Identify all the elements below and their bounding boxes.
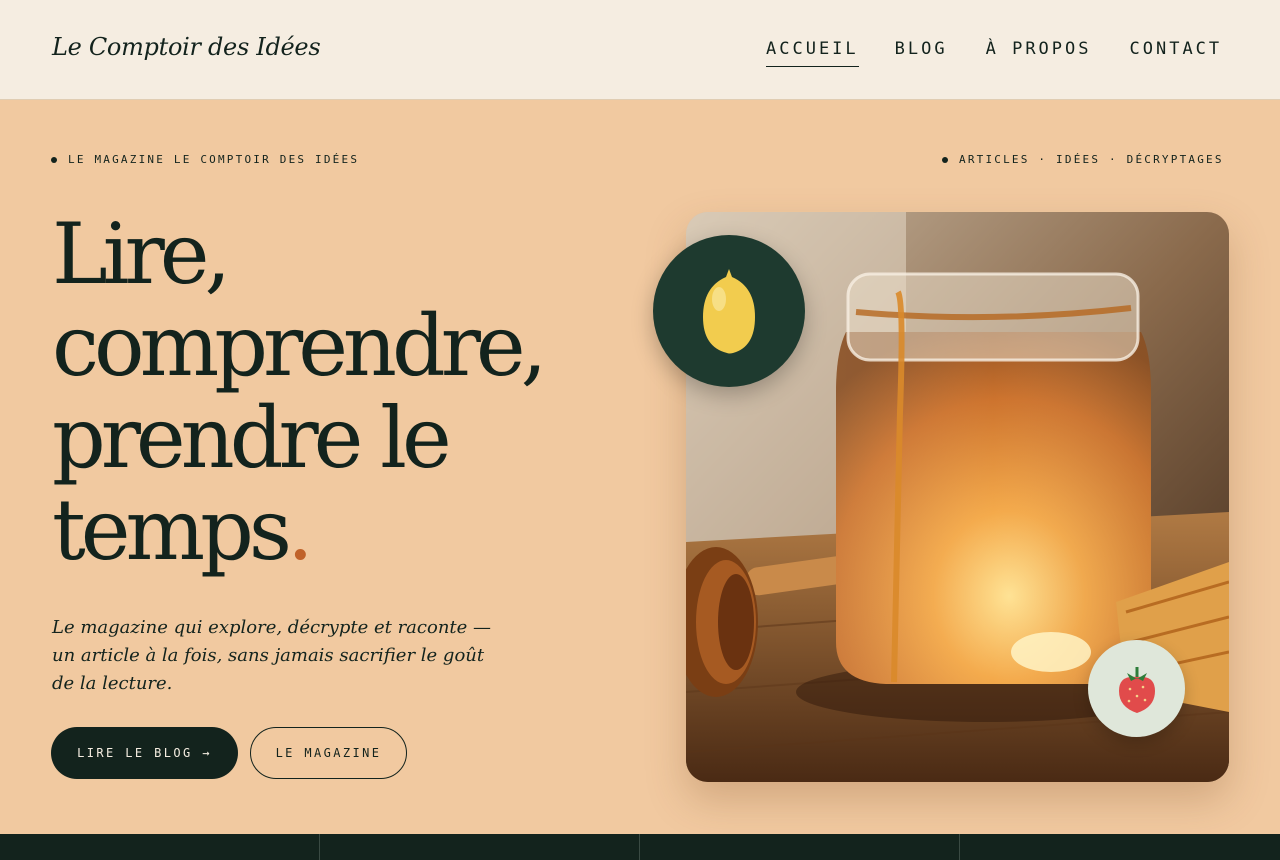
eyebrow-magazine: LE MAGAZINE LE COMPTOIR DES IDÉES	[51, 153, 359, 166]
lemon-badge	[653, 235, 805, 387]
eyebrow-right-text: ARTICLES · IDÉES · DÉCRYPTAGES	[959, 153, 1224, 166]
hero-lede: Le magazine qui explore, décrypte et rac…	[52, 617, 492, 694]
strawberry-icon	[1118, 666, 1155, 713]
bottom-strip	[0, 834, 1280, 860]
hero-headline: Lire, comprendre, prendre le temps.	[52, 208, 612, 576]
lemon-icon	[703, 269, 755, 354]
strawberry-badge	[1088, 640, 1185, 737]
site-logo[interactable]: Le Comptoir des Idées	[52, 33, 321, 61]
nav-link-accueil[interactable]: ACCUEIL	[766, 39, 859, 67]
headline-line-4: temps	[52, 481, 292, 579]
nav-link-contact[interactable]: CONTACT	[1130, 39, 1223, 67]
bullet-dot	[51, 156, 57, 163]
strip-divider	[959, 834, 960, 860]
headline-accent-dot: .	[287, 481, 314, 579]
headline-line-1: Lire,	[52, 205, 231, 303]
headline-line-3: prendre le	[52, 389, 452, 487]
read-blog-button[interactable]: LIRE LE BLOG →	[51, 727, 238, 779]
nav-link-blog[interactable]: BLOG	[895, 39, 948, 67]
strip-divider	[319, 834, 320, 860]
site-header: Le Comptoir des Idées ACCUEIL BLOG À PRO…	[0, 0, 1280, 100]
headline-line-2: comprendre,	[52, 297, 547, 395]
eyebrow-categories: ARTICLES · IDÉES · DÉCRYPTAGES	[942, 153, 1224, 166]
bullet-dot	[942, 156, 948, 163]
magazine-button[interactable]: LE MAGAZINE	[250, 727, 407, 779]
main-nav: ACCUEIL BLOG À PROPOS CONTACT	[766, 39, 1222, 67]
strip-divider	[639, 834, 640, 860]
nav-link-a-propos[interactable]: À PROPOS	[986, 39, 1092, 67]
eyebrow-left-text: LE MAGAZINE LE COMPTOIR DES IDÉES	[68, 153, 360, 166]
